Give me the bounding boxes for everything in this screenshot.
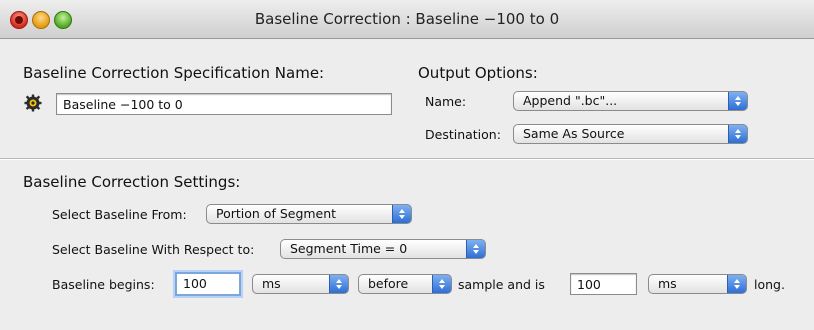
dialog-content: Baseline Correction Specification Name: … — [0, 39, 814, 330]
title-bar[interactable]: Baseline Correction : Baseline −100 to 0 — [0, 0, 814, 39]
begins-unit-popup[interactable]: ms — [252, 274, 349, 294]
destination-popup[interactable]: Same As Source — [513, 124, 748, 144]
respect-popup[interactable]: Segment Time = 0 — [280, 239, 486, 259]
popup-arrows-icon — [432, 275, 451, 293]
direction-popup[interactable]: before — [358, 274, 452, 294]
output-name-label: Name: — [425, 94, 467, 109]
select-from-value: Portion of Segment — [216, 206, 337, 221]
output-name-value: Append ".bc"... — [523, 93, 618, 108]
begins-unit-value: ms — [262, 276, 281, 291]
length-unit-popup[interactable]: ms — [648, 274, 747, 294]
output-name-popup[interactable]: Append ".bc"... — [513, 91, 748, 111]
respect-value: Segment Time = 0 — [290, 241, 408, 256]
baseline-length-field[interactable]: 100 — [570, 273, 637, 295]
respect-label: Select Baseline With Respect to: — [52, 242, 255, 257]
settings-heading: Baseline Correction Settings: — [23, 173, 241, 191]
direction-value: before — [368, 276, 409, 291]
gear-icon[interactable] — [24, 94, 42, 112]
spec-name-heading: Baseline Correction Specification Name: — [23, 64, 325, 82]
popup-arrows-icon — [728, 92, 747, 110]
destination-value: Same As Source — [523, 126, 625, 141]
popup-arrows-icon — [329, 275, 348, 293]
destination-label: Destination: — [425, 127, 501, 142]
length-unit-value: ms — [658, 276, 677, 291]
popup-arrows-icon — [727, 275, 746, 293]
popup-arrows-icon — [466, 240, 485, 258]
output-options-heading: Output Options: — [418, 64, 538, 82]
spec-name-field[interactable]: Baseline −100 to 0 — [56, 93, 392, 115]
sample-and-is-label: sample and is — [458, 277, 545, 292]
section-divider — [0, 158, 814, 160]
window-title: Baseline Correction : Baseline −100 to 0 — [254, 10, 560, 28]
popup-arrows-icon — [392, 205, 411, 223]
select-from-label: Select Baseline From: — [52, 207, 187, 222]
baseline-begins-field[interactable]: 100 — [175, 272, 241, 296]
baseline-begins-label: Baseline begins: — [52, 277, 155, 292]
baseline-correction-window: Baseline Correction : Baseline −100 to 0… — [0, 0, 814, 330]
popup-arrows-icon — [728, 125, 747, 143]
select-from-popup[interactable]: Portion of Segment — [206, 204, 412, 224]
long-label: long. — [754, 277, 785, 292]
